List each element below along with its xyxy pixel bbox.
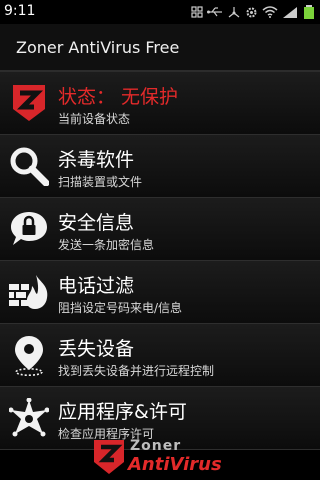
menu-item-call-filter[interactable]: 电话过滤 阻挡设定号码来电/信息	[0, 261, 320, 324]
logo-brand-text: Zoner	[130, 438, 182, 454]
menu-item-title: 应用程序&许可	[58, 401, 187, 423]
grid-icon	[191, 6, 203, 18]
zoner-logo-shield-icon	[94, 440, 124, 474]
menu-item-title: 电话过滤	[58, 275, 135, 297]
battery-icon	[302, 5, 316, 19]
signal-icon	[282, 6, 298, 19]
menu-item-subtitle: 扫描装置或文件	[58, 175, 143, 189]
menu-item-antivirus[interactable]: 杀毒软件 扫描装置或文件	[0, 135, 320, 198]
menu-item-subtitle: 找到丢失设备并进行远程控制	[58, 364, 215, 378]
menu-item-subtitle: 阻挡设定号码来电/信息	[58, 301, 183, 315]
search-icon	[8, 145, 50, 187]
location-pin-icon	[8, 334, 50, 376]
app-title: Zoner AntiVirus Free	[16, 38, 180, 57]
menu-item-secure-messages[interactable]: 安全信息 发送一条加密信息	[0, 198, 320, 261]
status-bar: 9:11	[0, 0, 320, 25]
menu-item-status[interactable]: 状态： 无保护 当前设备状态	[0, 72, 320, 135]
menu-item-title: 丢失设备	[58, 338, 135, 360]
lock-chat-icon	[8, 208, 50, 250]
logo-product-text: AntiVirus	[128, 454, 222, 475]
sheriff-badge-icon	[8, 397, 50, 439]
zoner-antivirus-logo: Zoner AntiVirus	[88, 432, 238, 478]
menu-item-subtitle: 发送一条加密信息	[58, 238, 155, 252]
menu-item-lost-device[interactable]: 丢失设备 找到丢失设备并进行远程控制	[0, 324, 320, 387]
firewall-icon	[8, 271, 50, 313]
zoner-shield-icon	[8, 82, 50, 124]
clock: 9:11	[4, 3, 36, 19]
app-title-bar: Zoner AntiVirus Free	[0, 24, 320, 72]
main-menu: 状态： 无保护 当前设备状态 杀毒软件 扫描装置或文件 安全信息 发送一条加密信…	[0, 72, 320, 450]
menu-item-subtitle: 当前设备状态	[58, 112, 131, 126]
status-icons	[191, 4, 316, 20]
usb-icon	[207, 6, 223, 18]
menu-item-title: 安全信息	[58, 212, 135, 234]
menu-item-title: 杀毒软件	[58, 149, 135, 171]
settings-icon	[245, 6, 258, 19]
menu-item-title: 状态： 无保护	[58, 86, 179, 108]
share-icon	[227, 6, 241, 19]
wifi-icon	[262, 6, 278, 18]
